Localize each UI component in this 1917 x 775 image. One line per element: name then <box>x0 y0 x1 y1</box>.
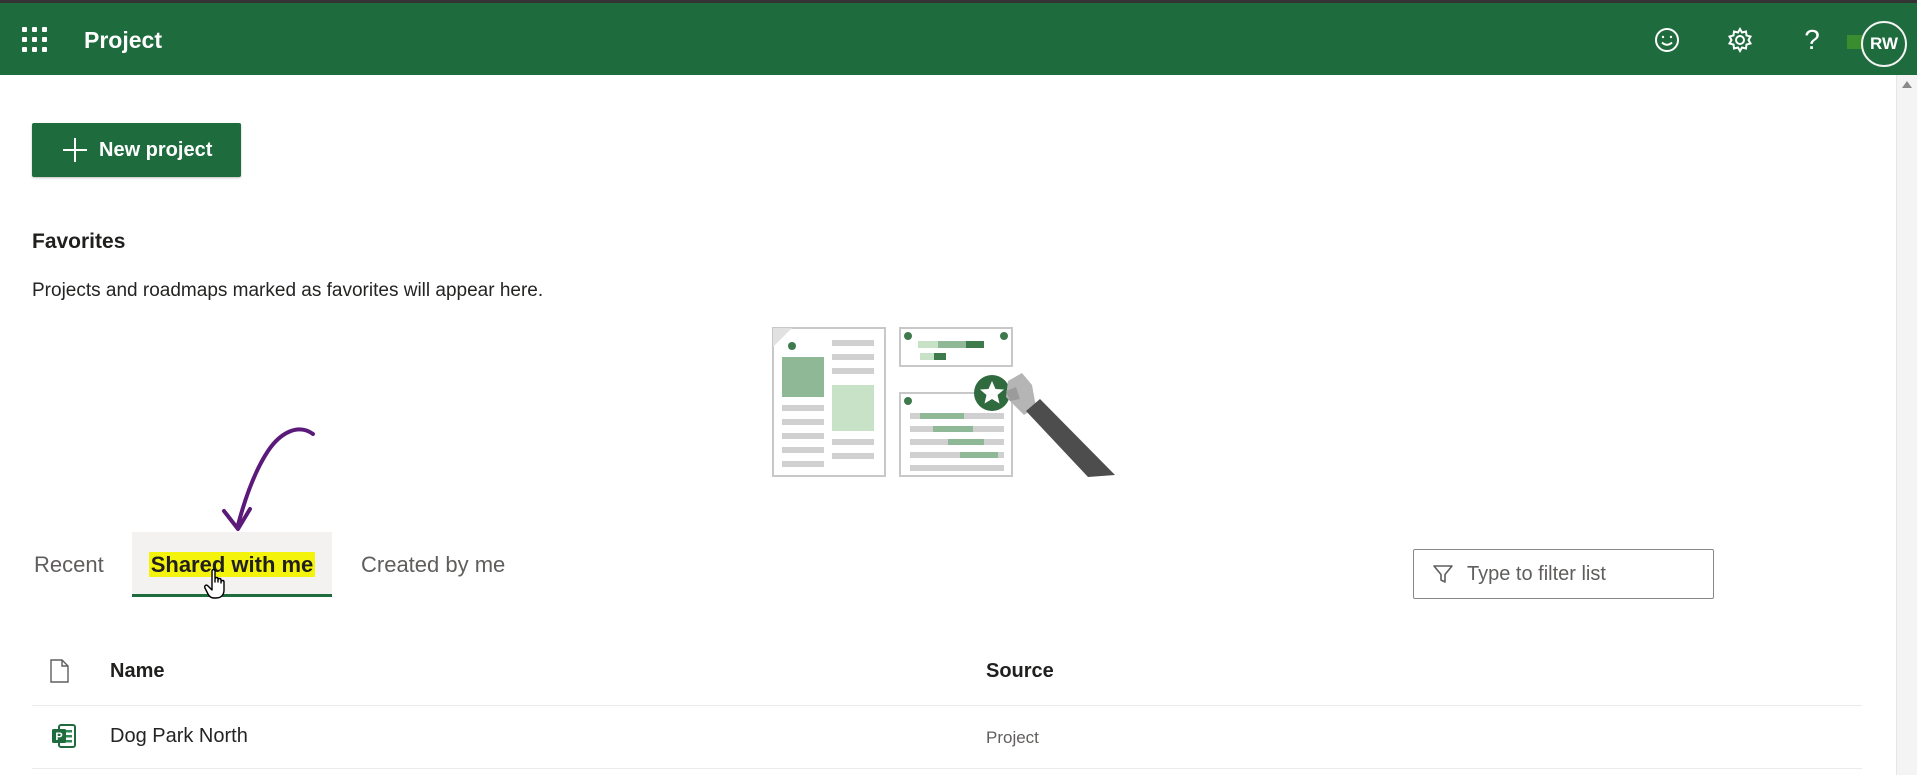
app-header-bar: Project ? RW <box>0 3 1917 75</box>
column-header-name[interactable]: Name <box>110 660 164 683</box>
filter-input[interactable] <box>1465 561 1699 587</box>
selected-tab-indicator <box>132 594 332 597</box>
avatar[interactable]: RW <box>1861 21 1907 67</box>
new-project-button[interactable]: New project <box>32 123 241 177</box>
new-project-label: New project <box>99 138 213 161</box>
project-file-icon: P <box>52 724 76 748</box>
filter-icon <box>1433 565 1453 583</box>
tab-shared-with-me[interactable]: Shared with me <box>132 552 332 578</box>
tab-shared-label: Shared with me <box>148 552 316 577</box>
table-divider <box>32 768 1862 769</box>
row-name[interactable]: Dog Park North <box>110 725 248 748</box>
favorites-heading: Favorites <box>32 230 126 253</box>
help-icon[interactable]: ? <box>1797 25 1827 55</box>
tab-recent[interactable]: Recent <box>34 552 104 578</box>
app-title[interactable]: Project <box>84 27 162 54</box>
file-type-icon <box>50 659 69 683</box>
svg-text:P: P <box>55 731 62 743</box>
plus-icon <box>63 138 87 162</box>
filter-list-box[interactable] <box>1413 549 1714 599</box>
tab-created-by-me[interactable]: Created by me <box>361 552 505 578</box>
annotation-arrow <box>222 427 315 531</box>
gear-icon[interactable] <box>1725 25 1755 55</box>
table-row[interactable]: P Dog Park North Project <box>32 706 1862 768</box>
column-header-source[interactable]: Source <box>986 660 1054 683</box>
waffle-icon[interactable] <box>22 27 48 53</box>
favorites-description: Projects and roadmaps marked as favorite… <box>32 280 544 301</box>
scroll-up-icon[interactable] <box>1902 81 1912 88</box>
row-source: Project <box>986 728 1039 747</box>
favorites-empty-illustration <box>772 327 1115 477</box>
smiley-icon[interactable] <box>1652 25 1682 55</box>
vertical-scrollbar[interactable] <box>1896 75 1917 775</box>
